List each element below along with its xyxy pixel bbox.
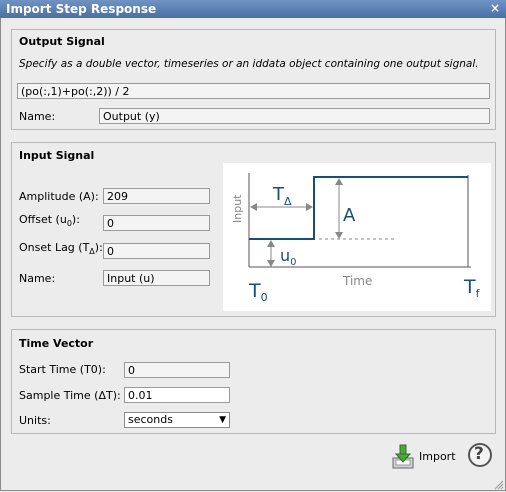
diagram-y-axis-label: Input — [231, 194, 244, 223]
t0-sub: 0 — [261, 291, 268, 304]
t-delta-arrow-right — [306, 203, 313, 211]
offset-label-text: Offset (u — [19, 213, 67, 226]
import-label: Import — [419, 450, 456, 463]
diagram-x-axis-label: Time — [342, 274, 372, 288]
onset-label-text: Onset Lag (T — [19, 241, 90, 254]
amplitude-arrow-top — [335, 178, 343, 185]
help-glyph: ? — [474, 444, 484, 464]
onset-label-end: ): — [94, 241, 103, 254]
offset-label: Offset (u0): — [19, 213, 80, 228]
u0-main: u — [280, 246, 290, 265]
tf-sub: f — [476, 287, 481, 300]
amplitude-mark: A — [343, 205, 356, 226]
start-time-label: Start Time (T0): — [19, 363, 106, 376]
offset-field[interactable] — [103, 215, 210, 231]
t-delta-arrow-left — [250, 203, 257, 211]
sample-time-field[interactable] — [124, 387, 230, 403]
input-name-field[interactable] — [103, 270, 210, 286]
amplitude-label: Amplitude (A): — [19, 190, 99, 203]
offset-label-end: ): — [71, 213, 80, 226]
tf-main: T — [463, 276, 476, 298]
t0-main: T — [248, 280, 261, 302]
u0-label: u0 — [280, 246, 297, 268]
step-diagram-svg: Input Time TΔ A u0 T0 Tf — [231, 173, 481, 304]
units-dropdown[interactable]: seconds ▼ — [124, 412, 230, 428]
amplitude-field[interactable] — [103, 188, 210, 204]
units-value: seconds — [128, 413, 173, 426]
sample-time-label: Sample Time (ΔT): — [19, 389, 121, 402]
u0-sub: 0 — [290, 257, 296, 268]
t-delta-label: TΔ — [272, 184, 292, 208]
onset-lag-label: Onset Lag (TΔ): — [19, 241, 103, 256]
t0-label: T0 — [248, 280, 268, 304]
units-label: Units: — [19, 414, 51, 427]
output-signal-heading: Output Signal — [19, 35, 105, 48]
tf-label: Tf — [463, 276, 481, 300]
output-name-field[interactable] — [99, 108, 490, 124]
output-expression-field[interactable] — [17, 83, 490, 99]
window-title: Import Step Response — [6, 2, 157, 16]
input-signal-heading: Input Signal — [19, 149, 95, 162]
time-vector-heading: Time Vector — [19, 337, 94, 350]
chevron-down-icon: ▼ — [219, 415, 226, 425]
step-response-diagram: Input Time TΔ A u0 T0 Tf — [223, 163, 491, 311]
u0-arrow-bottom — [267, 260, 275, 267]
t-delta-sub: Δ — [284, 195, 292, 208]
output-name-label: Name: — [19, 110, 56, 123]
u0-arrow-top — [267, 240, 275, 247]
import-button[interactable]: Import — [389, 443, 459, 471]
close-icon[interactable]: × — [490, 0, 500, 16]
amplitude-arrow-bottom — [335, 232, 343, 239]
onset-lag-field[interactable] — [103, 243, 210, 259]
import-icon — [392, 444, 414, 469]
output-signal-description: Specify as a double vector, timeseries o… — [19, 58, 479, 70]
help-button[interactable]: ? — [466, 441, 494, 469]
input-name-label: Name: — [19, 272, 56, 285]
start-time-field[interactable] — [124, 362, 230, 378]
window-titlebar[interactable]: Import Step Response × — [0, 0, 506, 18]
resize-grip-icon[interactable] — [494, 480, 504, 490]
